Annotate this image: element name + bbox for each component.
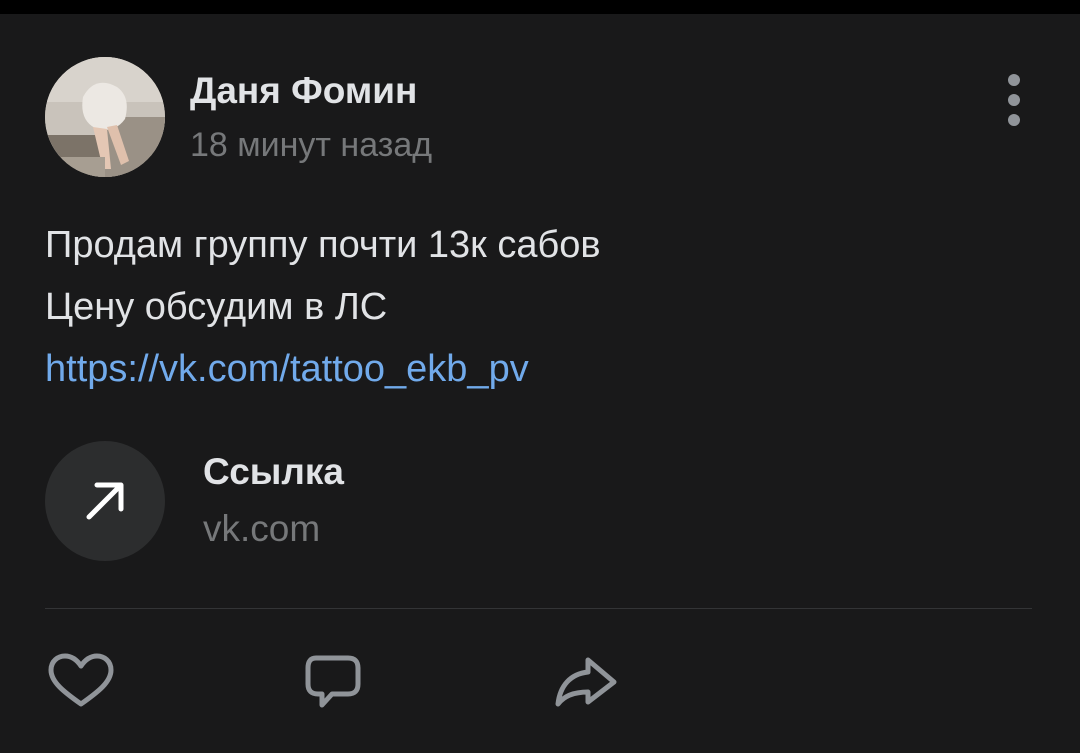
- post-timestamp: 18 минут назад: [190, 126, 433, 164]
- post-text-line: Цену обсудим в ЛС: [45, 286, 388, 328]
- link-attachment-domain: vk.com: [203, 508, 321, 549]
- comment-icon: [305, 655, 361, 708]
- avatar-photo: [45, 57, 165, 177]
- post-text: Продам группу почти 13к сабов Цену обсуд…: [45, 214, 1035, 400]
- arrow-up-right-icon: [86, 482, 124, 520]
- more-dot-icon: [1008, 94, 1020, 106]
- actions-divider: [45, 608, 1032, 609]
- comment-button[interactable]: [300, 652, 380, 712]
- more-dot-icon: [1008, 114, 1020, 126]
- more-dot-icon: [1008, 74, 1020, 86]
- post-text-line: Продам группу почти 13к сабов: [45, 224, 601, 266]
- link-attachment-icon-circle: [45, 441, 165, 561]
- like-button[interactable]: [44, 652, 124, 712]
- avatar[interactable]: [45, 57, 165, 177]
- post-link[interactable]: https://vk.com/tattoo_ekb_pv: [45, 348, 529, 390]
- more-options-button[interactable]: [994, 70, 1034, 130]
- share-button[interactable]: [550, 652, 630, 712]
- link-attachment-title: Ссылка: [203, 451, 345, 492]
- post-card: Даня Фомин 18 минут назад Продам группу …: [0, 14, 1080, 753]
- link-attachment[interactable]: Ссылка vk.com: [45, 441, 545, 561]
- heart-icon: [48, 653, 114, 707]
- share-icon: [555, 657, 617, 707]
- author-name[interactable]: Даня Фомин: [190, 70, 417, 112]
